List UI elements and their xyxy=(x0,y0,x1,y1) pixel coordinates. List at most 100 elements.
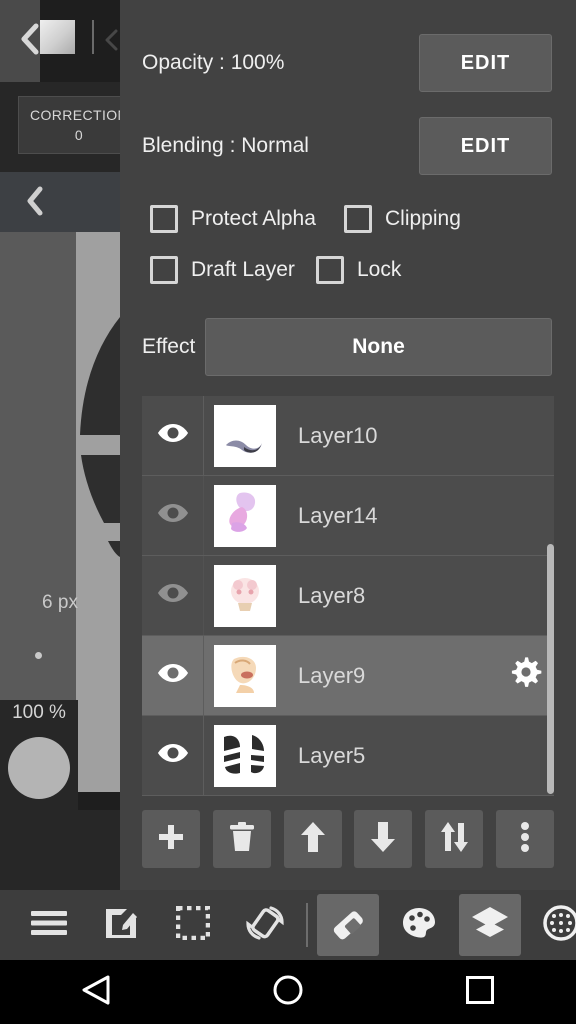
table-row[interactable]: Layer9 xyxy=(142,635,554,716)
layer-settings-cell xyxy=(500,476,554,556)
checkbox-protect-alpha[interactable]: Protect Alpha xyxy=(150,193,316,245)
layer-settings-cell xyxy=(500,396,554,476)
opacity-label: Opacity : 100% xyxy=(142,51,285,74)
layer-settings-cell xyxy=(500,716,554,796)
effect-label: Effect xyxy=(142,335,196,358)
checkbox-clipping[interactable]: Clipping xyxy=(344,193,461,245)
checkbox-box-icon xyxy=(344,205,372,233)
layer-name: Layer9 xyxy=(298,662,366,688)
table-row[interactable]: Layer8 xyxy=(142,555,554,636)
layer-list[interactable]: Layer10 Layer14 Layer8 Layer9 Layer5 xyxy=(142,396,554,796)
layer-name: Layer14 xyxy=(298,502,378,528)
square-recents-icon xyxy=(465,975,495,1010)
layer-settings-button[interactable] xyxy=(500,636,554,716)
layers-button[interactable] xyxy=(459,894,521,956)
checkbox-box-icon xyxy=(150,205,178,233)
layer-thumbnail xyxy=(214,404,276,467)
layer-name: Layer8 xyxy=(298,582,366,608)
toolbar-divider xyxy=(306,903,308,947)
checkbox-box-icon xyxy=(316,256,344,284)
delete-layer-button[interactable] xyxy=(212,810,271,868)
selection-tool-button[interactable] xyxy=(162,894,224,956)
blending-label: Blending : Normal xyxy=(142,134,309,157)
arrow-down-icon xyxy=(370,821,396,858)
brush-opacity-label: 100 % xyxy=(12,702,66,723)
checkbox-lock[interactable]: Lock xyxy=(316,244,401,296)
dotted-circle-icon xyxy=(543,904,576,946)
palette-button[interactable] xyxy=(388,894,450,956)
plus-icon xyxy=(156,822,186,857)
back-button-secondary[interactable] xyxy=(14,186,54,220)
layers-stack-icon xyxy=(471,906,509,945)
opacity-row: Opacity : 100% EDIT xyxy=(120,22,576,104)
correction-value: 0 xyxy=(74,127,84,143)
pencil-square-icon xyxy=(103,905,139,946)
nav-recents-button[interactable] xyxy=(442,960,518,1024)
toolbar-divider xyxy=(92,20,94,54)
bottom-toolbar xyxy=(0,890,576,960)
layer-thumbnail xyxy=(214,644,276,707)
brush-opacity-preview-circle xyxy=(8,737,70,799)
secondary-back-bar xyxy=(0,172,120,232)
checkbox-draft-layer[interactable]: Draft Layer xyxy=(150,244,295,296)
opacity-edit-button[interactable]: EDIT xyxy=(419,34,552,92)
effect-row: Effect None xyxy=(120,318,576,376)
brush-settings-button[interactable] xyxy=(530,894,576,956)
color-swatch[interactable] xyxy=(40,20,75,54)
android-nav-bar xyxy=(0,960,576,1024)
eye-icon xyxy=(157,502,189,529)
eye-icon xyxy=(157,742,189,769)
move-layer-down-button[interactable] xyxy=(354,810,413,868)
correction-section: CORRECTION 0 xyxy=(0,82,140,172)
layer-visibility-toggle[interactable] xyxy=(142,715,204,796)
layer-thumbnail xyxy=(214,484,276,547)
nav-home-button[interactable] xyxy=(250,960,326,1024)
layer-visibility-toggle[interactable] xyxy=(142,635,204,716)
dotted-square-icon xyxy=(175,905,211,945)
eye-icon xyxy=(157,662,189,689)
more-options-button[interactable] xyxy=(495,810,554,868)
layer-visibility-toggle[interactable] xyxy=(142,555,204,636)
checkbox-row-2: Draft Layer Lock xyxy=(120,244,576,296)
swap-layers-button[interactable] xyxy=(425,810,484,868)
layer-settings-cell xyxy=(500,556,554,636)
transform-tool-button[interactable] xyxy=(234,894,296,956)
arrow-up-icon xyxy=(300,821,326,858)
more-vertical-icon xyxy=(520,821,530,858)
chevron-left-icon xyxy=(23,186,45,221)
layer-panel: Opacity : 100% EDIT Blending : Normal ED… xyxy=(120,0,576,890)
layer-thumbnail xyxy=(214,564,276,627)
correction-title: CORRECTION xyxy=(29,106,129,123)
layer-name: Layer10 xyxy=(298,422,378,448)
triangle-back-icon xyxy=(81,974,111,1011)
layer-thumbnail xyxy=(214,724,276,787)
chevron-left-icon-faint[interactable] xyxy=(100,28,122,52)
menu-button[interactable] xyxy=(18,894,80,956)
effect-select-button[interactable]: None xyxy=(205,318,552,376)
brush-size-preview-dot xyxy=(35,652,42,659)
layer-visibility-toggle[interactable] xyxy=(142,396,204,476)
hamburger-menu-icon xyxy=(30,909,68,942)
table-row[interactable]: Layer14 xyxy=(142,475,554,556)
eraser-tool-button[interactable] xyxy=(317,894,379,956)
canvas-artwork xyxy=(76,317,120,557)
layer-visibility-toggle[interactable] xyxy=(142,475,204,556)
gear-icon xyxy=(511,657,543,694)
palette-icon xyxy=(402,907,436,944)
checkbox-box-icon xyxy=(150,256,178,284)
circle-home-icon xyxy=(272,974,304,1011)
draw-tool-button[interactable] xyxy=(90,894,152,956)
undo-redo-bar xyxy=(0,810,120,890)
table-row[interactable]: Layer10 xyxy=(142,396,554,476)
table-row[interactable]: Layer5 xyxy=(142,715,554,796)
checkbox-label: Clipping xyxy=(385,207,461,230)
add-layer-button[interactable] xyxy=(142,810,200,868)
nav-back-button[interactable] xyxy=(58,960,134,1024)
blending-edit-button[interactable]: EDIT xyxy=(419,117,552,175)
move-layer-up-button[interactable] xyxy=(283,810,342,868)
layer-list-scrollbar[interactable] xyxy=(547,544,554,794)
rotate-icon xyxy=(246,904,284,947)
trash-icon xyxy=(228,821,256,858)
app-root: CORRECTION 0 6 px 100 % Opacity: 100% E… xyxy=(0,0,576,1024)
checkbox-label: Protect Alpha xyxy=(191,207,316,230)
